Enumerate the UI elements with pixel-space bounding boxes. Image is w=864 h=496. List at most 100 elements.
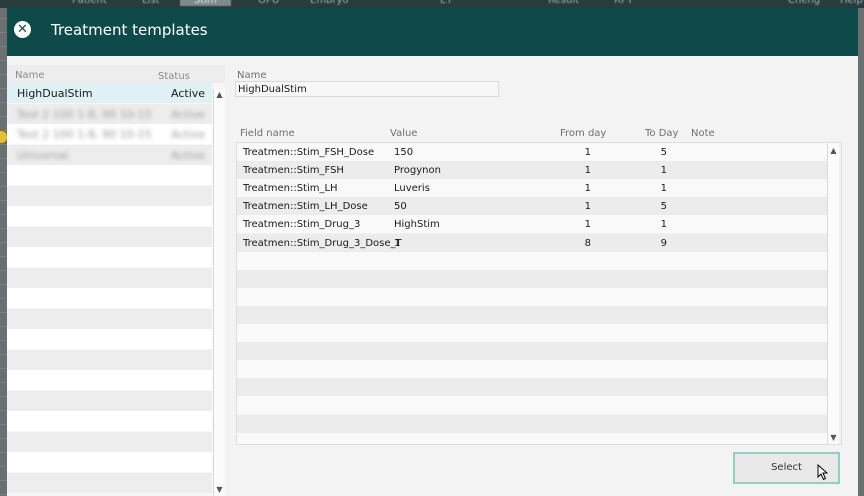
template-name-input[interactable] — [235, 81, 499, 97]
column-header-status[interactable]: Status — [158, 71, 190, 82]
template-list-empty-row — [7, 288, 212, 308]
background-grid-line — [0, 144, 7, 145]
template-list-empty-row — [7, 267, 212, 288]
from-day-cell: 1 — [584, 147, 591, 158]
field-name-cell: Treatmen::Stim_Drug_3 — [243, 219, 361, 231]
background-app-left-edge — [0, 8, 7, 496]
background-tab: List — [142, 0, 160, 6]
field-row[interactable]: Treatmen::Stim_LH_Dose 50 1 5 — [237, 197, 827, 216]
background-grid-line — [0, 424, 7, 425]
template-list-empty-row — [7, 370, 212, 390]
template-list-empty-row — [7, 390, 212, 411]
template-list-scrollbar[interactable]: ▲ ▼ — [213, 89, 225, 496]
column-header-note[interactable]: Note — [691, 128, 715, 139]
background-grid-line — [0, 410, 7, 411]
template-list-empty-row — [7, 431, 212, 452]
to-day-cell: 5 — [660, 201, 667, 213]
background-grid-line — [0, 214, 7, 215]
background-tab: ET — [440, 0, 453, 6]
template-list-item[interactable]: HighDualStim Active — [7, 83, 212, 103]
template-list-empty-row — [7, 185, 212, 206]
background-tab: RPT — [614, 0, 634, 6]
template-name: Test 2 100 1-8, 90 10-15 — [17, 128, 152, 141]
scroll-up-icon[interactable]: ▲ — [828, 145, 839, 157]
background-grid-line — [0, 88, 7, 89]
background-grid-line — [0, 60, 7, 61]
column-header-field-name[interactable]: Field name — [240, 128, 295, 139]
scroll-down-icon[interactable]: ▼ — [828, 432, 839, 444]
column-header-value[interactable]: Value — [390, 128, 417, 139]
background-grid-line — [0, 270, 7, 271]
from-day-cell: 1 — [584, 183, 591, 195]
scroll-down-icon[interactable]: ▼ — [214, 484, 225, 496]
background-grid-line — [0, 438, 7, 439]
background-grid-line — [0, 452, 7, 453]
background-grid-line — [0, 18, 7, 19]
background-grid-line — [0, 186, 7, 187]
from-day-cell: 1 — [584, 219, 591, 231]
template-list-empty-row — [7, 472, 212, 493]
fields-grid: Treatmen::Stim_FSH_Dose 150 1 5 Treatmen::St… — [236, 142, 842, 445]
field-row[interactable]: Treatmen::Stim_FSH Progynon 1 1 — [237, 161, 827, 180]
field-name-cell: Treatmen::Stim_Drug_3_Dose_T — [243, 237, 402, 249]
background-grid-line — [0, 466, 7, 467]
template-list-item[interactable]: Test 2 100 1-8, 90 10-15 Active — [7, 103, 212, 124]
field-empty-row — [237, 251, 827, 270]
field-empty-row — [237, 396, 827, 415]
template-list-item[interactable]: Universal Active — [7, 144, 212, 165]
fields-grid-scrollbar[interactable]: ▲ ▼ — [827, 143, 839, 444]
dialog-header: ✕ Treatment templates — [7, 8, 858, 56]
from-day-cell: 8 — [584, 237, 591, 249]
background-app-tabbar: Patient List Stim OPU Embryo ET Result RPT Cheng… — [0, 0, 864, 8]
value-cell: Luveris — [394, 183, 430, 195]
template-list-empty-row — [7, 411, 212, 431]
background-grid-line — [0, 46, 7, 47]
field-row[interactable]: Treatmen::Stim_Drug_3_Dose_T 1 8 9 — [237, 233, 827, 252]
column-header-name[interactable]: Name — [15, 70, 45, 81]
background-grid-line — [0, 102, 7, 103]
background-grid-line — [0, 326, 7, 327]
background-grid-line — [0, 228, 7, 229]
background-grid-line — [0, 396, 7, 397]
background-grid-line — [0, 382, 7, 383]
field-name-cell: Treatmen::Stim_LH_Dose — [243, 201, 368, 213]
template-list-empty-row — [7, 349, 212, 370]
background-tab: Stim — [180, 0, 231, 6]
fields-grid-rows: Treatmen::Stim_FSH_Dose 150 1 5 Treatmen::St… — [237, 143, 827, 444]
background-grid-line — [0, 494, 7, 495]
to-day-cell: 5 — [660, 147, 667, 158]
background-grid-line — [0, 284, 7, 285]
field-row[interactable]: Treatmen::Stim_FSH_Dose 150 1 5 — [237, 143, 827, 161]
template-list-item[interactable]: Test 2 100 1-8, 90 10-15 Active — [7, 124, 212, 144]
background-tab: Patient — [72, 0, 107, 6]
background-grid-line — [0, 116, 7, 117]
background-grid-line — [0, 480, 7, 481]
background-grid-line — [0, 312, 7, 313]
template-list-empty-row — [7, 226, 212, 247]
background-tab: Embryo — [310, 0, 349, 6]
close-icon[interactable]: ✕ — [14, 21, 31, 38]
to-day-cell: 1 — [660, 165, 667, 177]
scroll-up-icon[interactable]: ▲ — [214, 89, 225, 101]
background-app-right-edge — [858, 8, 864, 496]
template-status: Active — [171, 148, 206, 162]
background-grid-line — [0, 32, 7, 33]
mouse-pointer-icon — [817, 464, 829, 481]
field-row[interactable]: Treatmen::Stim_LH Luveris 1 1 — [237, 179, 827, 198]
background-grid-line — [0, 368, 7, 369]
background-grid-line — [0, 340, 7, 341]
field-name-cell: Treatmen::Stim_LH — [243, 183, 338, 195]
dialog-title: Treatment templates — [51, 21, 208, 39]
background-grid-line — [0, 200, 7, 201]
column-header-to-day[interactable]: To Day — [645, 128, 678, 139]
field-empty-row — [237, 378, 827, 397]
template-status: Active — [171, 128, 206, 141]
background-grid-line — [0, 158, 7, 159]
background-grid-line — [0, 172, 7, 173]
template-list-empty-row — [7, 329, 212, 349]
column-header-from-day[interactable]: From day — [560, 128, 606, 139]
template-list-header: Name Status — [7, 65, 225, 83]
field-name-cell: Treatmen::Stim_FSH — [243, 165, 344, 177]
field-empty-row — [237, 324, 827, 342]
field-row[interactable]: Treatmen::Stim_Drug_3 HighStim 1 1 — [237, 215, 827, 234]
